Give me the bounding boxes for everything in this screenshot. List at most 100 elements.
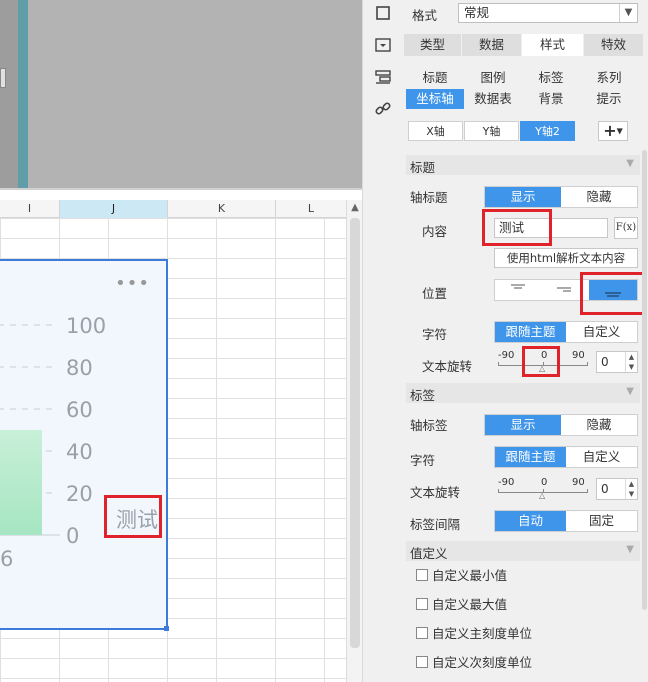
slider-tick (498, 489, 499, 493)
custom-max-checkbox[interactable]: 自定义最大值 (416, 594, 507, 613)
rotation-spinner[interactable]: 0 ▲ ▼ (596, 351, 638, 373)
label-rotation-label: 文本旋转 (410, 485, 461, 500)
custom-min-checkbox[interactable]: 自定义最小值 (416, 565, 507, 584)
style-tab-legend[interactable]: 图例 (464, 68, 522, 88)
tab-type[interactable]: 类型 (404, 34, 462, 56)
label-custom-font-button[interactable]: 自定义 (566, 447, 637, 467)
label-font-toggle: 跟随主题 自定义 (494, 446, 638, 468)
dropdown-box-icon[interactable] (373, 36, 393, 56)
preview-separator (0, 188, 362, 190)
style-tab-label[interactable]: 标签 (522, 68, 580, 88)
axis-title-label: 轴标题 (410, 190, 448, 205)
y-tick-label: 100 (66, 314, 106, 338)
axis-label-hide-button[interactable]: 隐藏 (561, 415, 637, 435)
link-icon[interactable] (373, 100, 393, 120)
label-rotation-value: 0 (601, 482, 609, 496)
section-title[interactable]: 标题 ▼ (406, 155, 640, 175)
column-header-i[interactable]: I (0, 200, 60, 218)
rotation-value: 0 (601, 355, 609, 369)
scroll-up-icon[interactable]: ▲ (347, 200, 362, 216)
label-font-label: 字符 (410, 453, 436, 468)
layout-icon[interactable] (373, 68, 393, 88)
style-tab-title[interactable]: 标题 (406, 68, 464, 88)
checkbox-box[interactable] (416, 597, 428, 610)
interval-auto-button[interactable]: 自动 (495, 511, 566, 531)
axis-tab-x[interactable]: X轴 (408, 121, 463, 141)
style-tab-axis[interactable]: 坐标轴 (406, 89, 464, 109)
tab-style[interactable]: 样式 (522, 34, 584, 56)
spinner-arrows-icon[interactable]: ▲ ▼ (625, 479, 637, 499)
y-tick-label: 40 (66, 440, 93, 464)
slider-knob-icon[interactable]: △ (539, 491, 545, 500)
caret-down-icon: ▼ (616, 126, 623, 136)
format-select[interactable]: 常规 ▼ (458, 3, 638, 23)
label-interval-label: 标签间隔 (410, 517, 461, 532)
label-rotation-spinner[interactable]: 0 ▲ ▼ (596, 478, 638, 500)
style-tab-datatable[interactable]: 数据表 (464, 89, 522, 109)
column-header-j[interactable]: J (60, 200, 168, 218)
content-label: 内容 (422, 224, 448, 239)
custom-min-label: 自定义最小值 (432, 568, 508, 583)
section-value[interactable]: 值定义 ▼ (406, 541, 640, 561)
label-rotation-slider[interactable]: -90 0 90 △ (498, 477, 588, 501)
scroll-thumb[interactable] (350, 218, 360, 648)
align-top-button[interactable] (495, 280, 541, 300)
custom-minor-unit-checkbox[interactable]: 自定义次刻度单位 (416, 652, 532, 671)
style-tab-series[interactable]: 系列 (580, 68, 638, 88)
custom-font-button[interactable]: 自定义 (566, 322, 637, 342)
column-header-l[interactable]: L (276, 200, 346, 218)
axis-tab-y[interactable]: Y轴 (464, 121, 519, 141)
checkbox-box[interactable] (416, 568, 428, 581)
collapse-icon[interactable]: ▼ (626, 544, 634, 555)
x-tick-label: 6 (0, 547, 13, 571)
html-parse-button[interactable]: 使用html解析文本内容 (494, 248, 638, 268)
plus-icon: + (603, 121, 617, 140)
follow-theme-button[interactable]: 跟随主题 (495, 322, 566, 342)
style-tab-tooltip[interactable]: 提示 (580, 89, 638, 109)
axis-title-hide-button[interactable]: 隐藏 (561, 187, 637, 207)
custom-major-unit-label: 自定义主刻度单位 (432, 626, 533, 641)
section-label-text: 标签 (410, 388, 436, 403)
custom-max-label: 自定义最大值 (432, 597, 508, 612)
axis-label-show-button[interactable]: 显示 (485, 415, 561, 435)
square-icon[interactable] (373, 4, 393, 24)
axis-tab-y2[interactable]: Y轴2 (520, 121, 575, 141)
axis-title-toggle: 显示 隐藏 (484, 186, 638, 208)
add-axis-button[interactable]: +▼ (598, 121, 628, 141)
font-label: 字符 (422, 327, 448, 342)
checkbox-box[interactable] (416, 626, 428, 639)
preview-divider (18, 0, 28, 190)
column-header-k[interactable]: K (168, 200, 276, 218)
rotation-label: 文本旋转 (422, 359, 473, 374)
format-label: 格式 (412, 8, 438, 23)
section-label[interactable]: 标签 ▼ (406, 383, 640, 403)
vertical-scrollbar[interactable]: ▲ (346, 200, 362, 682)
collapse-icon[interactable]: ▼ (626, 386, 634, 397)
rotation-min: -90 (498, 350, 515, 361)
panel-scrollbar[interactable] (642, 150, 647, 610)
properties-panel: 格式 常规 ▼ 类型 数据 样式 特效 标题 图例 标签 系列 坐标轴 数据表 … (402, 0, 648, 682)
label-rotation-mid: 0 (541, 477, 548, 488)
formula-button[interactable]: F(x) (614, 217, 638, 239)
axis-label-toggle: 显示 隐藏 (484, 414, 638, 436)
chevron-down-icon[interactable]: ▼ (619, 4, 637, 22)
style-tab-background[interactable]: 背景 (522, 89, 580, 109)
chart[interactable]: ••• 100 80 60 40 20 0 6 测试 (0, 259, 169, 631)
label-follow-theme-button[interactable]: 跟随主题 (495, 447, 566, 467)
resize-handle[interactable] (164, 626, 169, 631)
format-value: 常规 (464, 5, 490, 20)
axis-title-show-button[interactable]: 显示 (485, 187, 561, 207)
spinner-arrows-icon[interactable]: ▲ ▼ (625, 352, 637, 372)
preview-handle[interactable] (0, 68, 6, 88)
tab-data[interactable]: 数据 (462, 34, 522, 56)
y-tick-label: 60 (66, 398, 93, 422)
highlight-box-rotation (522, 346, 560, 377)
y-tick-label: 20 (66, 482, 93, 506)
tab-effects[interactable]: 特效 (584, 34, 644, 56)
collapse-icon[interactable]: ▼ (626, 158, 634, 169)
custom-major-unit-checkbox[interactable]: 自定义主刻度单位 (416, 623, 532, 642)
interval-fixed-button[interactable]: 固定 (566, 511, 637, 531)
checkbox-box[interactable] (416, 655, 428, 668)
slider-tick (498, 362, 499, 366)
y-tick-label: 0 (66, 524, 79, 548)
